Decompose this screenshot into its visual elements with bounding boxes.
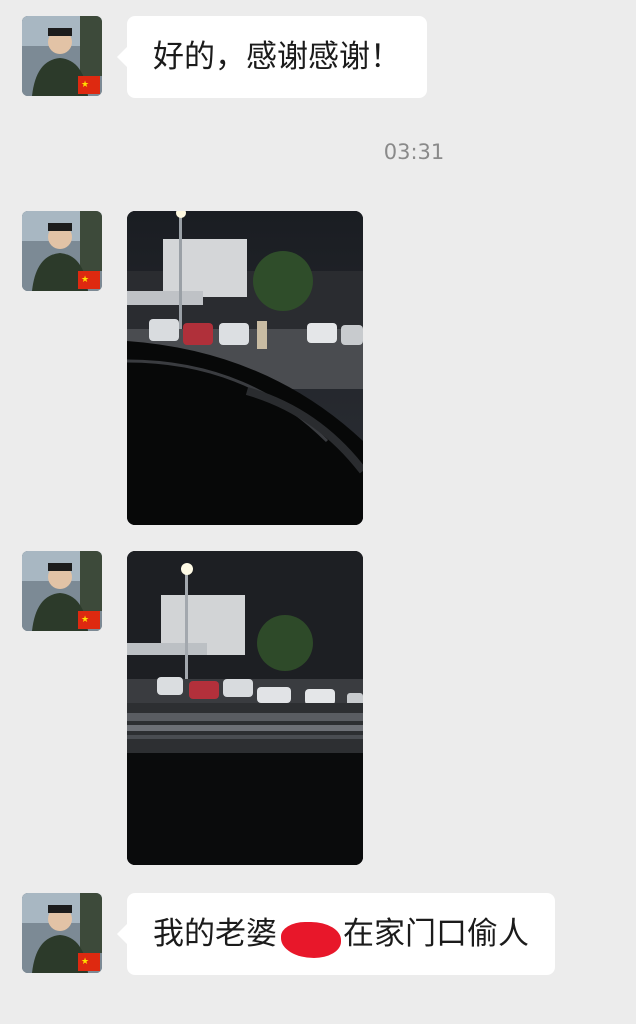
message-row: ★ — [0, 211, 636, 525]
avatar[interactable]: ★ — [22, 893, 102, 973]
message-text: 好的，感谢感谢！ — [153, 39, 401, 75]
message-bubble[interactable]: 好的，感谢感谢！ — [117, 16, 427, 98]
message-row: ★ — [0, 551, 636, 865]
avatar[interactable]: ★ — [22, 16, 102, 96]
message-bubble[interactable]: 我的老婆 在家门口偷人 — [117, 893, 555, 975]
svg-text:★: ★ — [81, 957, 89, 967]
redaction-mark — [277, 916, 343, 958]
message-row: ★ 好的，感谢感谢！ — [0, 16, 636, 100]
message-text-before: 我的老婆 — [153, 916, 277, 952]
svg-text:★: ★ — [81, 275, 89, 285]
message-text-after: 在家门口偷人 — [343, 916, 529, 952]
avatar[interactable]: ★ — [22, 551, 102, 631]
image-message[interactable] — [127, 551, 363, 865]
image-message[interactable] — [127, 211, 363, 525]
message-row: ★ 我的老婆 在家门口偷人 — [0, 893, 636, 977]
avatar[interactable]: ★ — [22, 211, 102, 291]
timestamp: 03:31 — [383, 140, 445, 164]
svg-text:★: ★ — [81, 80, 89, 90]
svg-text:★: ★ — [81, 615, 89, 625]
